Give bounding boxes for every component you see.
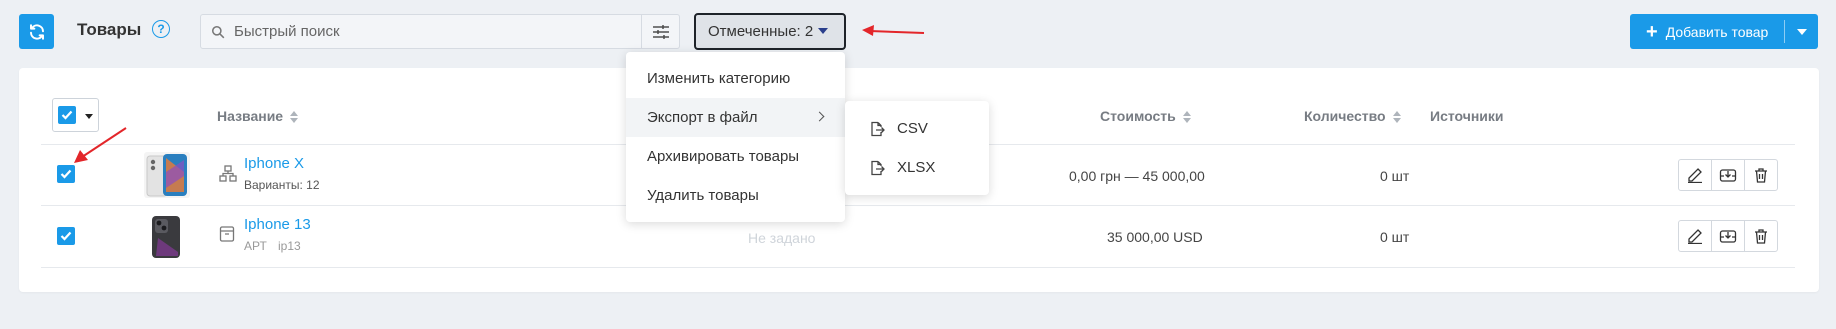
search-input[interactable] (234, 15, 634, 48)
row-checkbox[interactable] (57, 165, 75, 183)
export-submenu: CSV XLSX (845, 101, 989, 195)
archive-box-icon (1719, 169, 1737, 182)
sort-icon (1392, 111, 1401, 124)
row-checkbox[interactable] (57, 227, 75, 245)
refresh-button[interactable] (19, 14, 54, 49)
annotation-arrow-icon (862, 25, 925, 36)
phone-image-icon (144, 214, 190, 260)
product-name-link[interactable]: Iphone X (244, 155, 304, 172)
archive-button[interactable] (1711, 159, 1745, 191)
menu-item-archive[interactable]: Архивировать товары (626, 137, 845, 176)
column-header-quantity[interactable]: Количество (1304, 108, 1401, 124)
product-variants: Варианты: 12 (244, 178, 320, 192)
caret-down-icon (818, 28, 828, 34)
phone-image-icon (144, 152, 190, 198)
caret-down-icon (85, 114, 93, 119)
pencil-icon (1688, 168, 1702, 183)
check-icon (60, 169, 72, 179)
plus-icon: + (1646, 20, 1658, 43)
product-thumbnail[interactable] (144, 214, 190, 260)
add-product-main[interactable]: + Добавить товар (1630, 14, 1784, 49)
add-product-more-button[interactable] (1785, 14, 1818, 49)
edit-button[interactable] (1678, 220, 1712, 252)
variants-icon (219, 165, 237, 182)
add-product-button[interactable]: + Добавить товар (1630, 14, 1818, 49)
check-icon (61, 110, 73, 120)
trash-icon (1755, 229, 1767, 244)
page-title: Товары (77, 20, 142, 39)
hidden-cell-text: Не задано (748, 230, 816, 246)
table-row: Iphone 13 АРТ ip13 35 000,00 USD 0 шт (0, 206, 1836, 267)
product-price: 35 000,00 USD (1107, 229, 1203, 245)
caret-down-icon (1796, 28, 1807, 35)
product-price: 0,00 грн — 45 000,00 (1069, 168, 1205, 184)
filter-settings-button[interactable] (641, 15, 679, 48)
archive-box-icon (1719, 230, 1737, 243)
product-quantity: 0 шт (1380, 229, 1410, 245)
chevron-right-icon (814, 111, 825, 122)
export-file-icon (871, 160, 885, 175)
archive-button[interactable] (1711, 220, 1745, 252)
search-box (200, 14, 680, 49)
annotation-arrow-icon (74, 127, 127, 163)
marked-items-button[interactable]: Отмеченные: 2 (694, 13, 846, 50)
add-product-label: Добавить товар (1665, 23, 1769, 40)
edit-button[interactable] (1678, 159, 1712, 191)
export-xlsx[interactable]: XLSX (845, 148, 989, 187)
delete-button[interactable] (1744, 159, 1778, 191)
menu-item-change-category[interactable]: Изменить категорию (626, 59, 845, 98)
menu-item-delete[interactable]: Удалить товары (626, 176, 845, 215)
menu-item-export[interactable]: Экспорт в файл (626, 98, 845, 137)
refresh-icon (29, 23, 44, 40)
product-sku: ip13 (278, 239, 301, 253)
sort-icon (290, 111, 299, 124)
row-divider (41, 267, 1795, 268)
export-csv[interactable]: CSV (845, 109, 989, 148)
pencil-icon (1688, 229, 1702, 244)
column-header-sources: Источники (1430, 108, 1504, 124)
export-file-icon (871, 121, 885, 136)
select-all-checkbox[interactable] (58, 106, 76, 124)
search-icon (211, 25, 225, 39)
delete-button[interactable] (1744, 220, 1778, 252)
check-icon (60, 231, 72, 241)
bulk-actions-menu: Изменить категорию Экспорт в файл Архиви… (626, 52, 845, 222)
marked-items-label: Отмеченные: 2 (708, 23, 814, 40)
column-header-name[interactable]: Название (217, 108, 299, 124)
column-header-cost[interactable]: Стоимость (1100, 108, 1191, 124)
product-sku-label: АРТ (244, 239, 267, 253)
product-thumbnail[interactable] (144, 152, 190, 198)
help-icon[interactable]: ? (152, 20, 170, 38)
sliders-icon (652, 24, 669, 39)
product-quantity: 0 шт (1380, 168, 1410, 184)
trash-icon (1755, 168, 1767, 183)
box-icon (219, 226, 235, 242)
product-name-link[interactable]: Iphone 13 (244, 216, 311, 233)
sort-icon (1182, 111, 1191, 124)
